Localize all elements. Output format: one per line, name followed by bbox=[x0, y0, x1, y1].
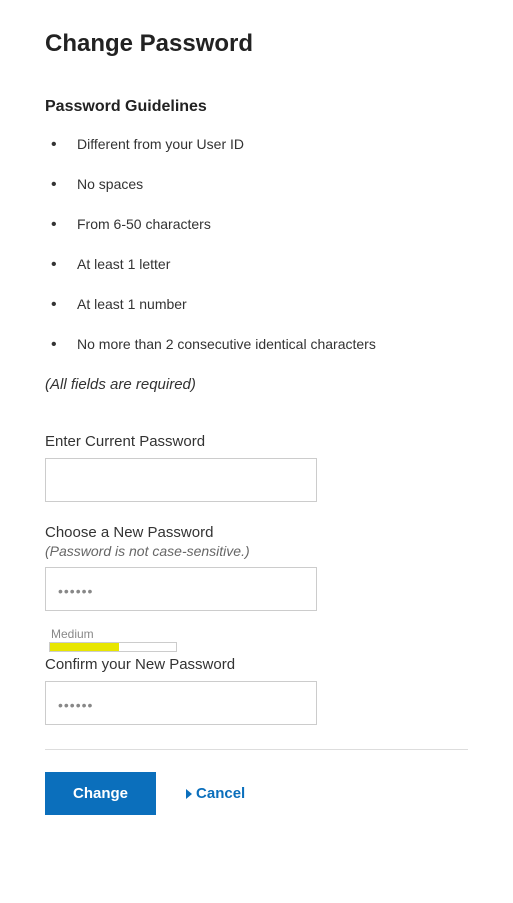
strength-fill bbox=[50, 643, 119, 651]
list-item: No more than 2 consecutive identical cha… bbox=[45, 336, 468, 352]
new-password-input[interactable] bbox=[45, 567, 317, 611]
new-password-hint: (Password is not case-sensitive.) bbox=[45, 543, 468, 559]
list-item: From 6-50 characters bbox=[45, 216, 468, 232]
caret-right-icon bbox=[186, 789, 192, 799]
list-item: No spaces bbox=[45, 176, 468, 192]
current-password-label: Enter Current Password bbox=[45, 433, 468, 450]
new-password-label: Choose a New Password bbox=[45, 524, 468, 541]
current-password-input[interactable] bbox=[45, 458, 317, 502]
cancel-link[interactable]: Cancel bbox=[186, 785, 245, 802]
guidelines-heading: Password Guidelines bbox=[45, 98, 468, 116]
new-password-group: Choose a New Password (Password is not c… bbox=[45, 524, 468, 652]
button-row: Change Cancel bbox=[45, 772, 468, 815]
page-title: Change Password bbox=[45, 30, 468, 58]
required-note: (All fields are required) bbox=[45, 376, 468, 393]
strength-label: Medium bbox=[51, 627, 468, 641]
confirm-password-label: Confirm your New Password bbox=[45, 656, 468, 673]
password-strength: Medium bbox=[45, 627, 468, 652]
list-item: At least 1 letter bbox=[45, 256, 468, 272]
current-password-group: Enter Current Password bbox=[45, 433, 468, 502]
confirm-password-group: Confirm your New Password bbox=[45, 656, 468, 725]
divider bbox=[45, 749, 468, 750]
guidelines-list: Different from your User ID No spaces Fr… bbox=[45, 136, 468, 352]
cancel-label: Cancel bbox=[196, 785, 245, 802]
strength-bar bbox=[49, 642, 177, 652]
list-item: At least 1 number bbox=[45, 296, 468, 312]
list-item: Different from your User ID bbox=[45, 136, 468, 152]
confirm-password-input[interactable] bbox=[45, 681, 317, 725]
change-button[interactable]: Change bbox=[45, 772, 156, 815]
